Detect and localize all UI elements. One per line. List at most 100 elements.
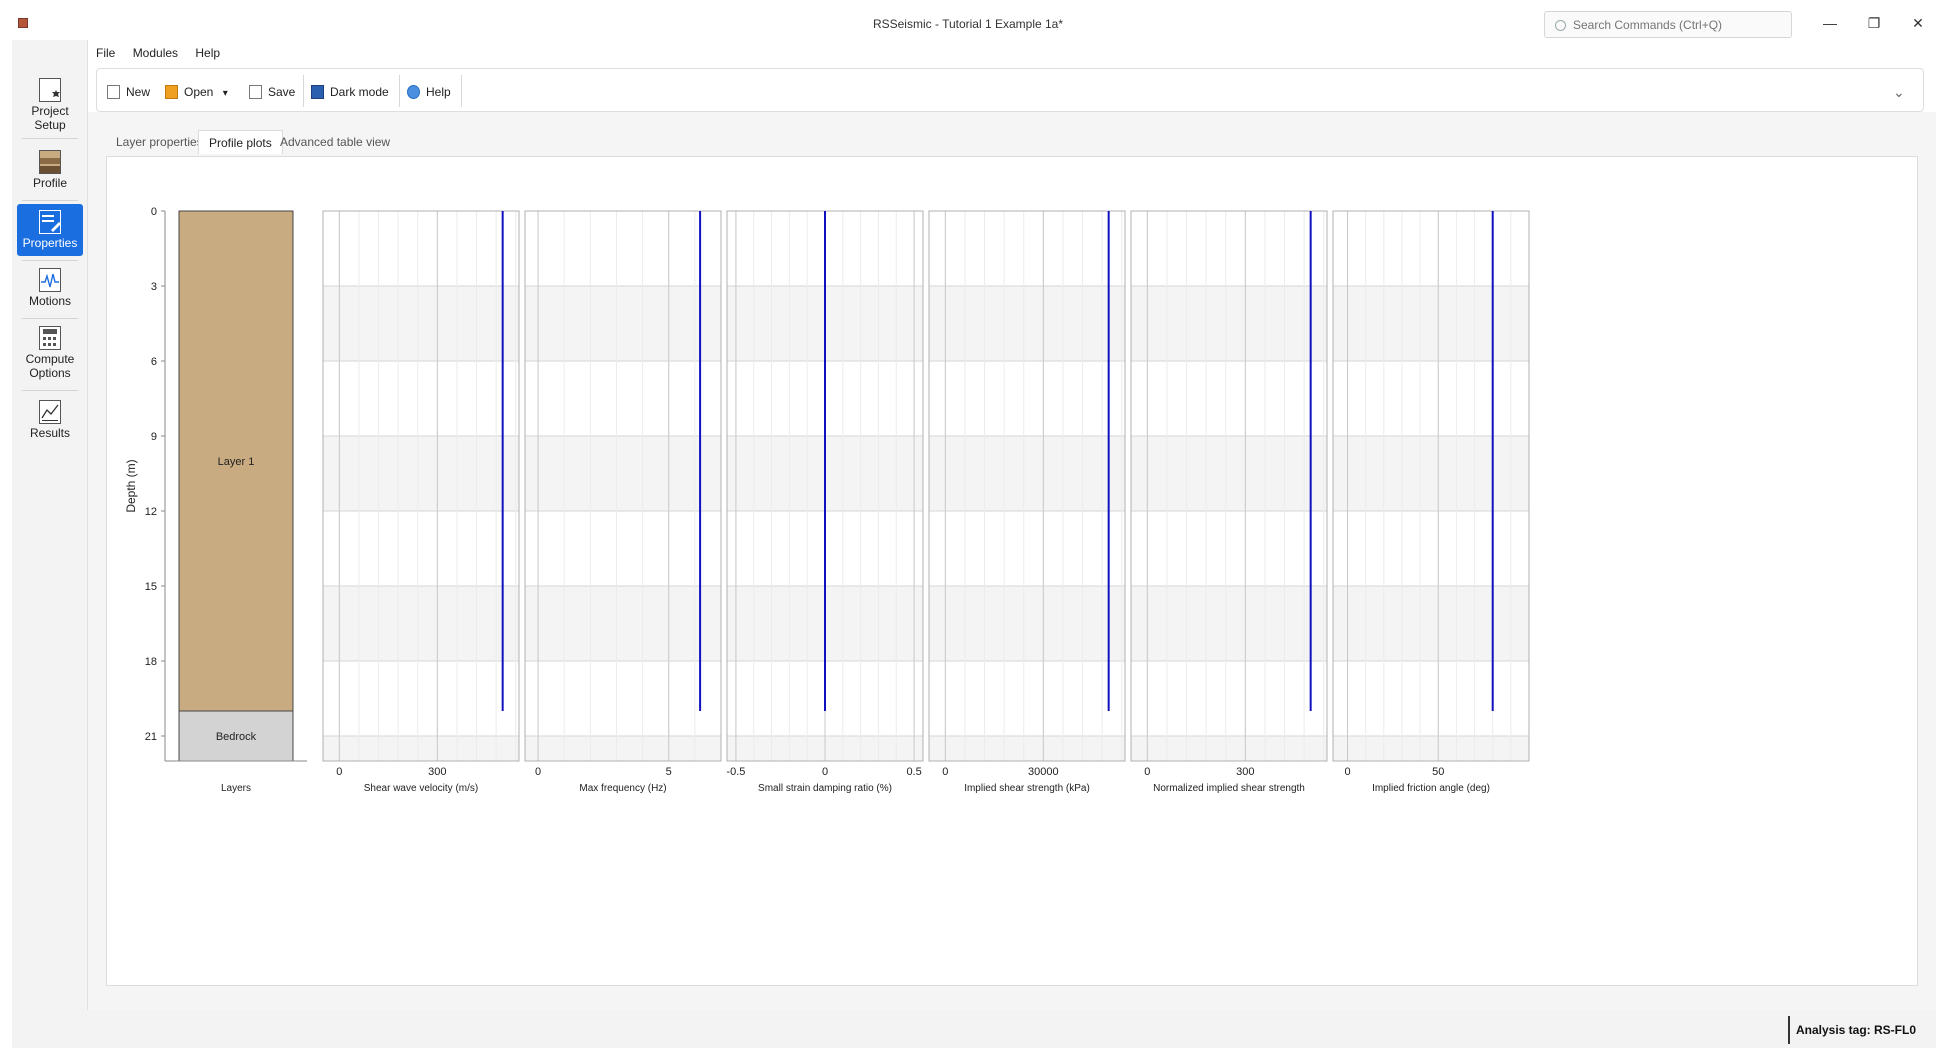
search-icon bbox=[1555, 20, 1566, 31]
layer-label: Layer 1 bbox=[218, 456, 255, 468]
nav-label: Project Setup bbox=[31, 104, 69, 132]
depth-band bbox=[525, 286, 721, 361]
x-axis-label: Normalized implied shear strength bbox=[1153, 783, 1305, 794]
x-tick-label: -0.5 bbox=[726, 766, 745, 778]
x-axis-label: Implied shear strength (kPa) bbox=[964, 783, 1090, 794]
new-file-icon bbox=[107, 85, 120, 99]
layers-axis-label: Layers bbox=[221, 783, 251, 794]
properties-icon bbox=[39, 210, 61, 234]
chevron-down-icon: ▾ bbox=[222, 88, 228, 99]
y-axis-label: Depth (m) bbox=[124, 459, 138, 512]
depth-band bbox=[525, 586, 721, 661]
x-axis-label: Max frequency (Hz) bbox=[579, 783, 666, 794]
save-icon bbox=[249, 85, 262, 99]
y-tick-label: 18 bbox=[145, 656, 157, 668]
nav-label: Motions bbox=[28, 294, 72, 308]
new-button[interactable]: New bbox=[107, 82, 150, 102]
x-tick-label: 50 bbox=[1432, 766, 1444, 778]
main-panel: Layer properties Profile plots Advanced … bbox=[88, 112, 1936, 1010]
search-commands-box[interactable] bbox=[1544, 11, 1792, 38]
y-tick-label: 3 bbox=[151, 281, 157, 293]
nav-compute-options[interactable]: Compute Options bbox=[17, 320, 83, 386]
x-tick-label: 300 bbox=[1236, 766, 1254, 778]
nav-label: Results bbox=[29, 426, 70, 440]
x-tick-label: 0 bbox=[822, 766, 828, 778]
save-button[interactable]: Save bbox=[249, 82, 295, 102]
results-icon bbox=[39, 400, 61, 424]
y-tick-label: 15 bbox=[145, 581, 157, 593]
project-setup-icon bbox=[39, 78, 61, 102]
depth-band bbox=[929, 586, 1125, 661]
y-tick-label: 12 bbox=[145, 506, 157, 518]
motions-icon bbox=[39, 268, 61, 292]
x-axis-label: Shear wave velocity (m/s) bbox=[364, 783, 478, 794]
x-tick-label: 30000 bbox=[1028, 766, 1059, 778]
x-tick-label: 0.5 bbox=[906, 766, 921, 778]
nav-label: Properties bbox=[22, 236, 78, 250]
profile-plots-chart: Depth (m) 0 3 6 9 12 15 18 21 Layer 1 Bedrock Layer… bbox=[124, 206, 1530, 794]
nav-motions[interactable]: Motions bbox=[17, 262, 83, 316]
collapse-ribbon-button[interactable]: ⌄ bbox=[1893, 82, 1905, 102]
depth-band bbox=[1333, 586, 1529, 661]
nav-properties[interactable]: Properties bbox=[17, 204, 83, 256]
depth-band bbox=[323, 586, 519, 661]
menu-file[interactable]: File bbox=[96, 46, 115, 60]
open-folder-icon bbox=[165, 85, 178, 99]
profile-icon bbox=[39, 150, 61, 174]
tab-layer-properties[interactable]: Layer properties bbox=[106, 130, 213, 154]
minimize-button[interactable]: — bbox=[1812, 10, 1848, 36]
depth-band bbox=[929, 736, 1125, 761]
depth-band bbox=[525, 736, 721, 761]
status-bar: Analysis tag: RS-FL0 bbox=[12, 1010, 1936, 1048]
depth-band bbox=[1333, 286, 1529, 361]
nav-results[interactable]: Results bbox=[17, 394, 83, 448]
restore-button[interactable]: ❐ bbox=[1856, 10, 1892, 36]
x-axis-label: Implied friction angle (deg) bbox=[1372, 783, 1490, 794]
tab-advanced-table-view[interactable]: Advanced table view bbox=[270, 130, 400, 154]
nav-profile[interactable]: Profile bbox=[17, 144, 83, 198]
x-tick-label: 300 bbox=[428, 766, 446, 778]
y-tick-label: 0 bbox=[151, 206, 157, 218]
search-commands-input[interactable] bbox=[1573, 16, 1783, 34]
menu-help[interactable]: Help bbox=[195, 46, 220, 60]
x-tick-label: 0 bbox=[942, 766, 948, 778]
x-tick-label: 0 bbox=[1144, 766, 1150, 778]
open-button[interactable]: Open ▾ bbox=[165, 82, 228, 102]
y-tick-label: 21 bbox=[145, 731, 157, 743]
toolbar: New Open ▾ Save Dark mode Help ⌄ bbox=[96, 68, 1924, 112]
x-tick-label: 0 bbox=[1344, 766, 1350, 778]
dark-mode-button[interactable]: Dark mode bbox=[311, 82, 389, 102]
nav-label: Compute Options bbox=[25, 352, 75, 380]
depth-band bbox=[1131, 286, 1327, 361]
nav-project-setup[interactable]: Project Setup bbox=[17, 72, 83, 134]
depth-band bbox=[323, 436, 519, 511]
dark-mode-icon bbox=[311, 85, 324, 99]
depth-band bbox=[1333, 436, 1529, 511]
y-tick-label: 6 bbox=[151, 356, 157, 368]
close-button[interactable]: ✕ bbox=[1900, 10, 1936, 36]
depth-band bbox=[1131, 586, 1327, 661]
module-navigation: Project Setup Profile Properties Motions… bbox=[12, 40, 88, 1010]
analysis-tag: Analysis tag: RS-FL0 bbox=[1787, 1016, 1916, 1044]
x-tick-label: 0 bbox=[336, 766, 342, 778]
x-axis-label: Small strain damping ratio (%) bbox=[758, 783, 892, 794]
y-tick-label: 9 bbox=[151, 431, 157, 443]
compute-options-icon bbox=[39, 326, 61, 350]
depth-band bbox=[929, 436, 1125, 511]
depth-band bbox=[323, 736, 519, 761]
depth-band bbox=[1333, 736, 1529, 761]
depth-band bbox=[929, 286, 1125, 361]
title-bar: RSSeismic - Tutorial 1 Example 1a* — ❐ ✕ bbox=[0, 0, 1936, 44]
depth-band bbox=[1131, 436, 1327, 511]
help-icon bbox=[407, 85, 420, 99]
x-tick-label: 5 bbox=[666, 766, 672, 778]
layer-label: Bedrock bbox=[216, 731, 257, 743]
menu-modules[interactable]: Modules bbox=[133, 46, 178, 60]
depth-band bbox=[323, 286, 519, 361]
nav-label: Profile bbox=[32, 176, 67, 190]
x-tick-label: 0 bbox=[535, 766, 541, 778]
help-button[interactable]: Help bbox=[407, 82, 451, 102]
depth-band bbox=[525, 436, 721, 511]
menu-bar: File Modules Help bbox=[96, 46, 234, 64]
depth-band bbox=[1131, 736, 1327, 761]
